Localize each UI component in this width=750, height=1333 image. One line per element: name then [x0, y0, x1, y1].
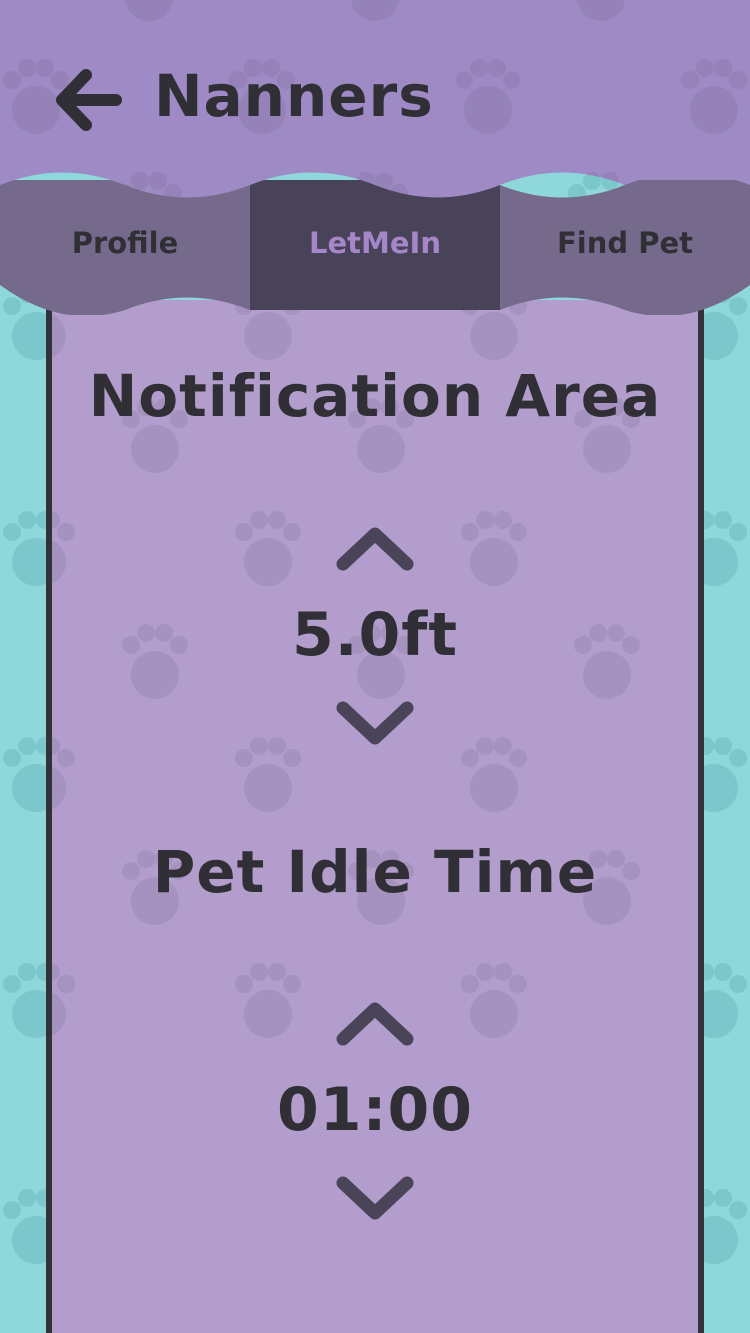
notification-increase-button[interactable] [335, 522, 415, 572]
tab-find-pet[interactable]: Find Pet [500, 208, 750, 278]
arrow-left-icon [56, 69, 122, 131]
chevron-down-icon [336, 701, 414, 745]
tab-bar: Profile LetMeIn Find Pet [0, 180, 750, 315]
back-button[interactable] [48, 60, 130, 140]
idle-time-decrease-button[interactable] [335, 1175, 415, 1225]
tab-profile[interactable]: Profile [0, 208, 250, 278]
pet-name-title: Nanners [154, 62, 434, 130]
notification-decrease-button[interactable] [335, 700, 415, 750]
chevron-up-icon [336, 527, 414, 571]
chevron-down-icon [336, 1176, 414, 1220]
chevron-up-icon [336, 1002, 414, 1046]
pet-idle-time-value: 01:00 [277, 1075, 473, 1145]
pet-idle-time-title: Pet Idle Time [152, 838, 598, 906]
notification-area-title: Notification Area [88, 362, 662, 430]
letmein-panel: Notification Area 5.0ft Pet Idle Time 01… [46, 300, 704, 1333]
notification-area-value: 5.0ft [291, 600, 459, 670]
tab-letmein[interactable]: LetMeIn [250, 208, 500, 278]
idle-time-increase-button[interactable] [335, 997, 415, 1047]
